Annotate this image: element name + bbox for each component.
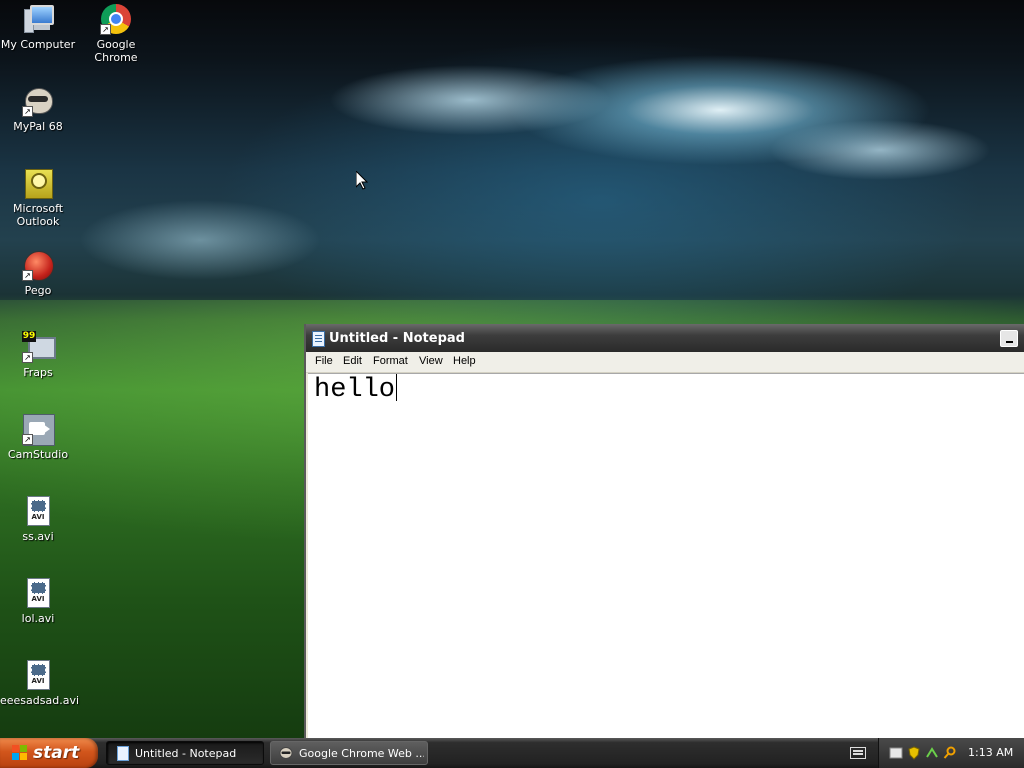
taskbar-clock[interactable]: 1:13 AM xyxy=(968,746,1013,759)
minimize-button[interactable] xyxy=(1000,330,1018,347)
fraps-badge: 99 xyxy=(22,331,36,342)
mouse-cursor-icon xyxy=(356,171,368,190)
shortcut-arrow-icon: ↗ xyxy=(22,270,33,281)
keyboard-layout-icon[interactable] xyxy=(850,747,866,759)
desktop-icon-label: ss.avi xyxy=(22,530,54,543)
taskbar-button-label: Untitled - Notepad xyxy=(135,747,237,760)
menu-file[interactable]: File xyxy=(315,355,333,367)
network-icon[interactable] xyxy=(925,746,939,760)
shortcut-arrow-icon: ↗ xyxy=(22,106,33,117)
desktop-icon-label: Google Chrome xyxy=(94,38,138,64)
avi-file-icon: AVI xyxy=(22,577,54,609)
avi-file-icon: AVI xyxy=(22,659,54,691)
mypal-icon: ↗ xyxy=(22,85,54,117)
avi-file-icon: AVI xyxy=(22,495,54,527)
menu-view[interactable]: View xyxy=(419,355,443,367)
folder-icon[interactable] xyxy=(889,746,903,760)
notepad-icon xyxy=(312,331,325,347)
menu-edit[interactable]: Edit xyxy=(343,355,362,367)
fraps-icon: 99 ↗ xyxy=(22,331,56,363)
desktop-icon-label: CamStudio xyxy=(7,448,69,461)
notepad-window[interactable]: Untitled - Notepad File Edit Format View… xyxy=(304,324,1024,738)
desktop-icon-label: My Computer xyxy=(0,38,76,51)
shortcut-arrow-icon: ↗ xyxy=(22,434,33,445)
pego-icon: ↗ xyxy=(22,249,54,281)
taskbar: start Untitled - Notepad Google Chrome W… xyxy=(0,738,1024,768)
desktop-icon-label: Pego xyxy=(24,284,52,297)
camstudio-icon: ↗ xyxy=(22,413,55,446)
desktop-icon-camstudio[interactable]: ↗ CamStudio xyxy=(0,413,76,461)
window-title: Untitled - Notepad xyxy=(329,331,465,346)
search-icon[interactable] xyxy=(943,746,957,760)
desktop-icon-my-computer[interactable]: My Computer xyxy=(0,3,76,51)
menu-bar: File Edit Format View Help xyxy=(306,352,1024,373)
text-caret xyxy=(396,374,398,401)
window-titlebar[interactable]: Untitled - Notepad xyxy=(306,324,1024,352)
menu-format[interactable]: Format xyxy=(373,355,408,367)
desktop-icon-microsoft-outlook[interactable]: Microsoft Outlook xyxy=(0,167,76,228)
desktop-icon-eeesadsad-avi[interactable]: AVI eeesadsad.avi xyxy=(0,659,80,707)
taskbar-button-label: Google Chrome Web ... xyxy=(299,747,424,760)
notepad-icon xyxy=(117,746,129,761)
avi-badge: AVI xyxy=(31,513,45,521)
desktop-icon-label: Microsoft Outlook xyxy=(13,202,64,228)
outlook-icon xyxy=(22,167,54,199)
taskbar-button-notepad[interactable]: Untitled - Notepad xyxy=(106,741,264,765)
avi-badge: AVI xyxy=(31,677,45,685)
chrome-icon: ↗ xyxy=(100,3,132,35)
computer-icon xyxy=(22,3,54,35)
menu-help[interactable]: Help xyxy=(453,355,476,367)
system-tray: 1:13 AM xyxy=(878,738,1024,768)
desktop-icon-label: eeesadsad.avi xyxy=(0,694,80,707)
shortcut-arrow-icon: ↗ xyxy=(22,352,33,363)
editor-text: hello xyxy=(314,375,396,405)
desktop-icon-fraps[interactable]: 99 ↗ Fraps xyxy=(0,331,76,379)
shortcut-arrow-icon: ↗ xyxy=(100,24,111,35)
desktop-icon-ss-avi[interactable]: AVI ss.avi xyxy=(0,495,76,543)
desktop-icon-label: Fraps xyxy=(23,366,53,379)
desktop-icon-mypal[interactable]: ↗ MyPal 68 xyxy=(0,85,76,133)
taskbar-button-chrome[interactable]: Google Chrome Web ... xyxy=(270,741,428,765)
start-button[interactable]: start xyxy=(0,738,98,768)
desktop-icon-pego[interactable]: ↗ Pego xyxy=(0,249,76,297)
desktop-icon-google-chrome[interactable]: ↗ Google Chrome xyxy=(78,3,154,64)
windows-logo-icon xyxy=(12,745,28,761)
desktop-icon-lol-avi[interactable]: AVI lol.avi xyxy=(0,577,76,625)
mypal-icon xyxy=(279,747,293,759)
desktop-icon-label: lol.avi xyxy=(21,612,55,625)
text-editor-area[interactable]: hello xyxy=(308,373,1024,738)
start-label: start xyxy=(33,743,80,763)
editor-content: hello xyxy=(314,374,398,406)
avi-badge: AVI xyxy=(31,595,45,603)
desktop: My Computer ↗ Google Chrome ↗ MyPal 68 M… xyxy=(0,0,1024,738)
security-shield-icon[interactable] xyxy=(907,746,921,760)
desktop-icon-label: MyPal 68 xyxy=(13,120,63,133)
